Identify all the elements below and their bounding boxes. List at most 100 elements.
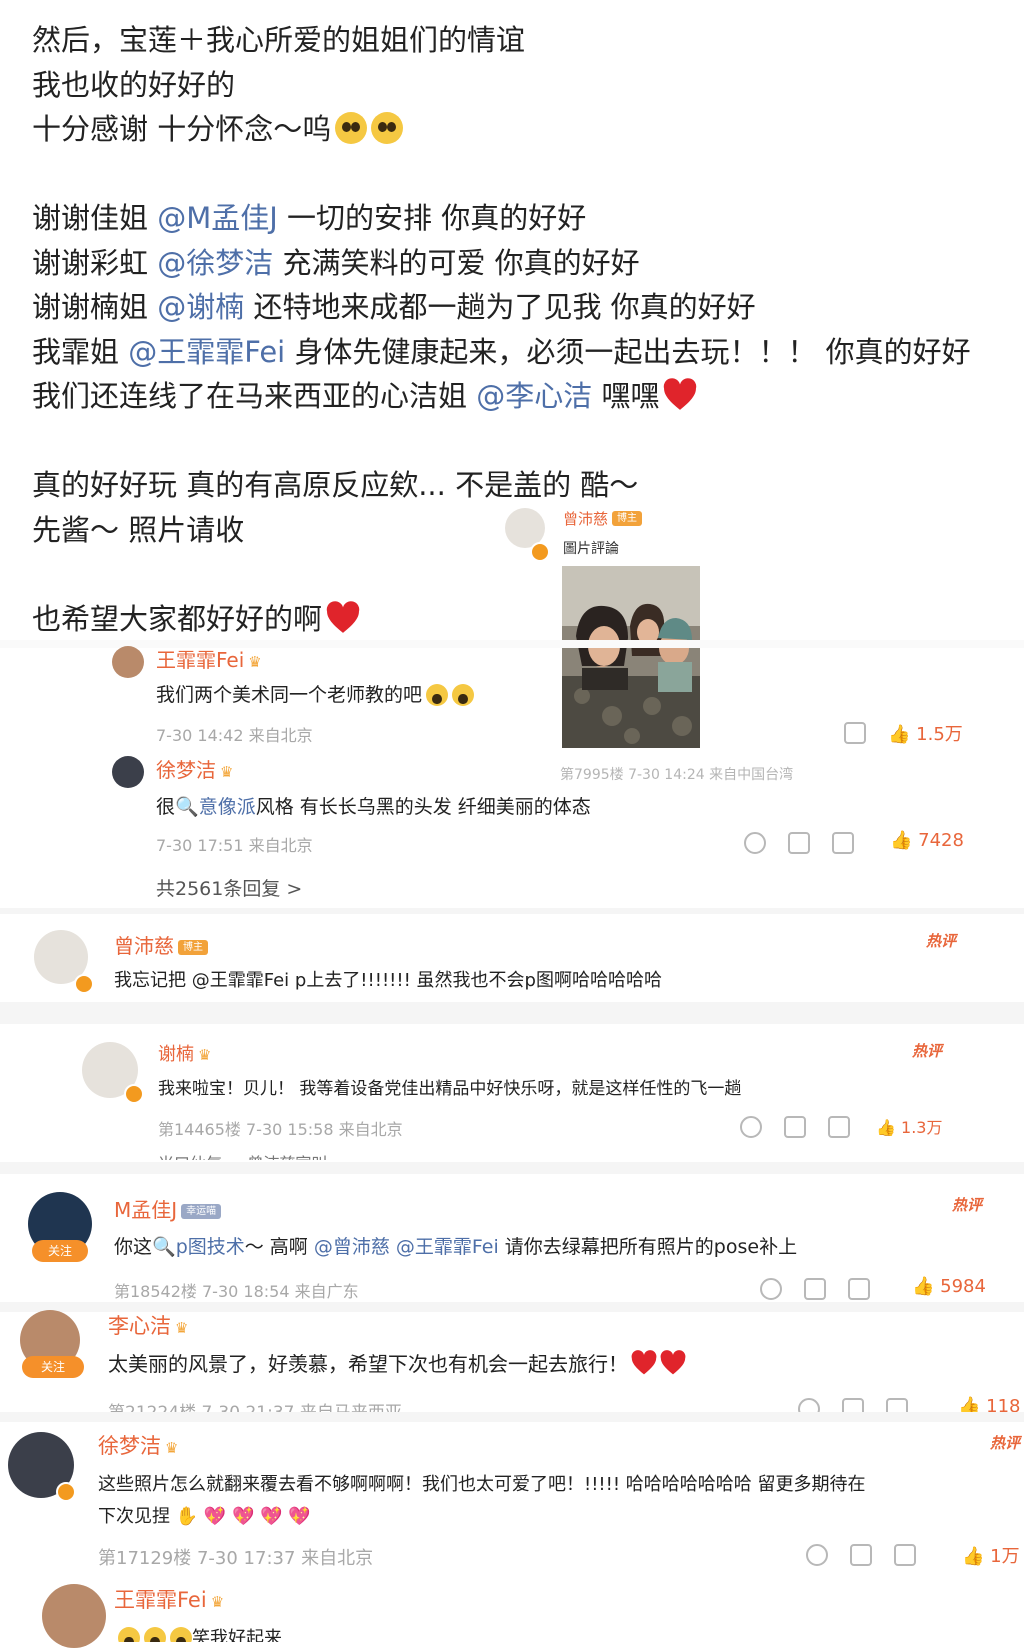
like-count[interactable]: 👍 1万	[962, 1542, 1020, 1568]
user-name[interactable]: 曾沛慈	[114, 934, 174, 958]
follow-button[interactable]: 关注	[22, 1356, 84, 1378]
avatar[interactable]	[42, 1584, 106, 1648]
user-name[interactable]: 王霏霏Fei	[114, 1588, 207, 1612]
comment-header: 王霏霏Fei ♛	[114, 1584, 224, 1614]
search-link[interactable]: 🔍意像派	[175, 796, 256, 818]
follow-button[interactable]: 关注	[32, 1240, 88, 1262]
heart-emojis-icon: ✋ 💖 💖 💖 💖	[175, 1506, 311, 1527]
hot-comment-badge: 热评	[912, 1042, 943, 1060]
emoji-react-icon[interactable]	[740, 1116, 762, 1138]
red-heart-icon	[631, 1350, 657, 1376]
mention-link[interactable]: @谢楠	[157, 290, 244, 324]
user-name[interactable]: 谢楠	[158, 1044, 194, 1065]
like-count[interactable]: 👍 5984	[912, 1276, 986, 1297]
comment-icon[interactable]	[848, 1278, 870, 1300]
comment-header: 王霏霏Fei ♛	[156, 644, 262, 673]
comment-meta: 第18542楼 7-30 18:54 来自广东	[114, 1282, 359, 1301]
mention-link[interactable]: @曾沛慈	[314, 1236, 390, 1258]
user-name[interactable]: 王霏霏Fei	[156, 648, 244, 672]
verified-badge-icon	[530, 542, 550, 562]
user-name[interactable]: 徐梦洁	[156, 758, 216, 782]
comment-icon[interactable]	[894, 1544, 916, 1566]
comment-text: 太美丽的风景了，好羡慕，希望下次也有机会一起去旅行！	[108, 1348, 686, 1377]
crown-icon: ♛	[248, 653, 262, 671]
mention-link[interactable]: @李心洁	[476, 379, 592, 413]
like-count[interactable]: 👍 1.5万	[888, 720, 963, 746]
comment-text: 很🔍意像派风格 有长长乌黑的头发 纤细美丽的体态	[156, 796, 591, 818]
emoji-react-icon[interactable]	[744, 832, 766, 854]
emoji-react-icon[interactable]	[806, 1544, 828, 1566]
divider	[0, 1412, 1024, 1422]
comment-text: 我们两个美术同一个老师教的吧	[156, 680, 475, 707]
thanks-line: 谢谢彩虹 @徐梦洁 充满笑料的可爱 你真的好好	[32, 245, 640, 280]
avatar[interactable]	[112, 646, 144, 678]
thanks-line: 谢谢楠姐 @谢楠 还特地来成都一趟为了见我 你真的好好	[32, 290, 756, 324]
comment-header: M孟佳J 幸运喵	[114, 1194, 222, 1223]
crown-icon: ♛	[198, 1046, 212, 1064]
like-count[interactable]: 👍 118	[958, 1396, 1021, 1412]
like-count[interactable]: 👍 7428	[890, 830, 964, 851]
comment-meta: 第14465楼 7-30 15:58 来自北京	[158, 1120, 403, 1139]
user-name[interactable]: 徐梦洁	[98, 1434, 161, 1458]
mention-link[interactable]: @M孟佳J	[157, 201, 278, 235]
divider	[0, 908, 1024, 914]
post-line: 十分感谢 十分怀念～呜	[32, 107, 992, 152]
comment-icon[interactable]	[886, 1398, 908, 1412]
verified-badge-icon	[56, 1482, 76, 1502]
comment-actions	[760, 1278, 892, 1300]
crown-icon: ♛	[220, 763, 234, 781]
comment-meta: 第17129楼 7-30 17:37 来自北京	[98, 1548, 374, 1569]
comment-meta: 7-30 14:42 来自北京	[156, 726, 313, 745]
thanks-line: 我霏姐 @王霏霏Fei 身体先健康起来，必须一起出去玩！！！ 你真的好好	[32, 334, 971, 369]
hot-comment-badge: 热评	[926, 932, 957, 950]
hot-comment-badge: 热评	[952, 1196, 983, 1214]
divider	[0, 640, 1024, 648]
comment-actions	[744, 832, 876, 854]
share-icon[interactable]	[788, 832, 810, 854]
comment-text: 我忘记把 @王霏霏Fei p上去了!!!!!!! 虽然我也不会p图啊哈哈哈哈哈	[114, 970, 662, 991]
comment-actions	[806, 1544, 938, 1566]
photo-comment-header: 曾沛慈 博主	[563, 508, 643, 529]
share-icon[interactable]	[804, 1278, 826, 1300]
mention-link[interactable]: @王霏霏Fei	[128, 335, 285, 369]
comment-header: 李心洁 ♛	[108, 1310, 188, 1340]
emoji-react-icon[interactable]	[798, 1398, 820, 1412]
comment-icon[interactable]	[828, 1116, 850, 1138]
laughing-face-icon	[170, 1627, 192, 1642]
divider	[0, 1162, 1024, 1174]
user-name[interactable]: 李心洁	[108, 1314, 171, 1338]
comment-meta: 7-30 17:51 来自北京	[156, 836, 313, 855]
photo-comment-label: 圖片評論	[563, 541, 619, 557]
group-photo-image[interactable]	[562, 566, 700, 748]
like-count[interactable]: 👍 1.3万	[876, 1114, 942, 1138]
share-icon[interactable]	[784, 1116, 806, 1138]
avatar[interactable]	[112, 756, 144, 788]
hot-comment-badge: 热评	[990, 1434, 1021, 1452]
crown-icon: ♛	[210, 1593, 225, 1611]
mention-link[interactable]: @徐梦洁	[157, 246, 273, 280]
share-icon[interactable]	[850, 1544, 872, 1566]
red-heart-icon	[660, 1350, 686, 1376]
mention-link[interactable]: @王霏霏Fei	[390, 1236, 499, 1258]
comment-icon[interactable]	[844, 722, 866, 744]
emoji-react-icon[interactable]	[760, 1278, 782, 1300]
verified-badge-icon	[74, 974, 94, 994]
creator-tag: 博主	[612, 511, 643, 526]
comment-text: 下次见捏 ✋ 💖 💖 💖 💖	[98, 1506, 311, 1527]
user-name[interactable]: M孟佳J	[114, 1198, 177, 1222]
comment-actions	[798, 1398, 930, 1412]
laughing-face-icon	[426, 684, 449, 706]
search-link[interactable]: 🔍p图技术	[152, 1236, 245, 1258]
user-name[interactable]: 曾沛慈	[563, 510, 608, 528]
comment-text: 笑我好起来	[114, 1624, 282, 1642]
view-replies-link[interactable]: 共2561条回复 >	[156, 874, 302, 901]
pleading-face-icon	[371, 112, 404, 144]
pleading-face-icon	[335, 112, 368, 144]
comment-icon[interactable]	[832, 832, 854, 854]
comment-text: 这些照片怎么就翻来覆去看不够啊啊啊！我们也太可爱了吧！!!!!! 哈哈哈哈哈哈哈…	[98, 1474, 866, 1495]
crown-icon: ♛	[165, 1439, 179, 1457]
comment-header: 徐梦洁 ♛	[156, 754, 233, 783]
creator-tag: 博主	[178, 940, 208, 955]
share-icon[interactable]	[842, 1398, 864, 1412]
comment-text: 我来啦宝！贝儿！ 我等着设备党佳出精品中好快乐呀，就是这样任性的飞一趟	[158, 1079, 742, 1099]
